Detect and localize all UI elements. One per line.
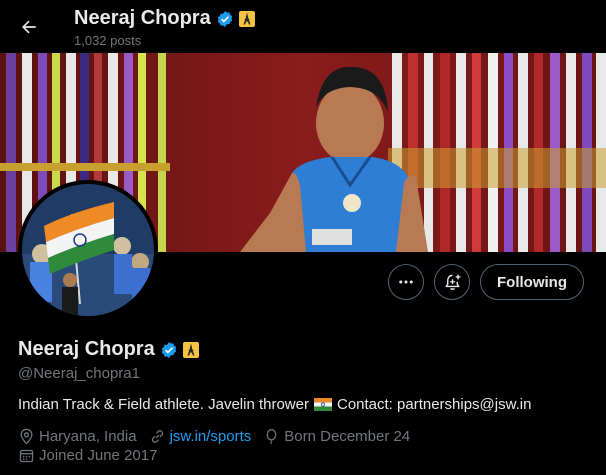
- profile-bio: Indian Track & Field athlete. Javelin th…: [18, 396, 531, 413]
- verified-badge-icon: [217, 10, 232, 27]
- following-button[interactable]: Following: [480, 264, 584, 300]
- more-button[interactable]: [388, 264, 425, 300]
- verified-badge-icon[interactable]: [160, 341, 178, 359]
- profile-meta-row-2: Joined June 2017: [18, 447, 157, 464]
- top-bar: Neeraj Chopra 1,032 posts: [0, 0, 606, 53]
- more-horizontal-icon: [399, 280, 413, 284]
- website-item[interactable]: jsw.in/sports: [149, 428, 252, 445]
- joined-text: Joined June 2017: [39, 447, 158, 464]
- header-display-name: Neeraj Chopra: [74, 7, 211, 29]
- post-count: 1,032 posts: [74, 33, 142, 48]
- website-link[interactable]: jsw.in/sports: [170, 428, 252, 445]
- profile-display-name: Neeraj Chopra: [18, 338, 155, 360]
- arrow-left-icon: [22, 20, 36, 34]
- link-icon: [151, 430, 163, 443]
- balloon-icon: [266, 428, 277, 445]
- avatar-image: [22, 184, 154, 316]
- india-flag-icon: [313, 398, 332, 411]
- notifications-button[interactable]: [434, 264, 471, 300]
- joined-item: Joined June 2017: [18, 447, 157, 464]
- location-item: Haryana, India: [18, 428, 137, 445]
- profile-actions: Following: [388, 264, 584, 300]
- birthday-text: Born December 24: [284, 428, 411, 445]
- calendar-icon: [19, 449, 34, 463]
- profile-meta-row-1: Haryana, India jsw.in/sports Born Decemb…: [18, 428, 410, 445]
- eiffel-tower-badge-icon[interactable]: [182, 341, 199, 358]
- header-name-row: Neeraj Chopra: [74, 7, 255, 30]
- location-pin-icon: [20, 428, 33, 445]
- birthday-item: Born December 24: [263, 428, 410, 445]
- profile-avatar[interactable]: [18, 180, 158, 320]
- location-text: Haryana, India: [39, 428, 137, 445]
- profile-name-row: Neeraj Chopra: [18, 338, 199, 361]
- bio-text: Indian Track & Field athlete. Javelin th…: [18, 396, 309, 413]
- profile-handle: @Neeraj_chopra1: [18, 365, 140, 382]
- bell-plus-icon: [444, 274, 460, 290]
- eiffel-tower-badge-icon: [238, 10, 255, 27]
- back-button[interactable]: [12, 10, 46, 44]
- bio-contact: Contact: partnerships@jsw.in: [336, 396, 532, 413]
